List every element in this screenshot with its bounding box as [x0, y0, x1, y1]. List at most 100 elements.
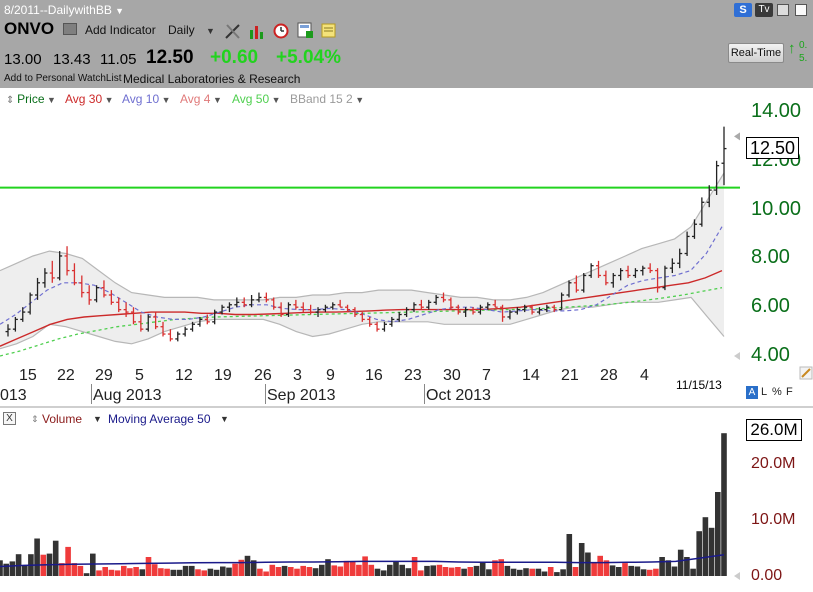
layout-dropdown[interactable]: 8/2011--DailywithBB ▼	[4, 3, 124, 17]
volume-bar	[461, 568, 467, 576]
volume-bar	[653, 568, 659, 576]
volume-chart[interactable]	[0, 412, 740, 580]
volume-bar	[585, 552, 591, 576]
volume-bar	[634, 566, 641, 576]
month-label: Oct 2013	[426, 387, 491, 404]
company-name: Medical Laboratories & Research	[123, 72, 301, 86]
volume-bar	[207, 568, 214, 576]
window-icon[interactable]	[795, 4, 807, 16]
alarm-clock-icon[interactable]	[272, 21, 290, 39]
date-tick-label: 19	[214, 367, 232, 384]
last-price-label: 12.50	[746, 136, 799, 159]
chart-window: 8/2011--DailywithBB ▼ S Tv ONVO Add Indi…	[0, 0, 813, 592]
date-axis: 15 22 29 5 12 19 26 3 9 16 23 30 7 14 21 28 4 013 Aug 2013…	[0, 364, 740, 408]
volume-bar	[554, 572, 560, 576]
panel-divider[interactable]	[0, 406, 813, 408]
volume-bar	[114, 570, 121, 576]
volume-bar	[77, 565, 84, 576]
volume-bar	[312, 568, 319, 576]
volume-bar	[349, 562, 356, 576]
log-scale-button[interactable]: L	[761, 386, 767, 398]
volume-bar	[560, 569, 566, 576]
volume-bar	[182, 565, 189, 576]
volume-bar	[102, 567, 108, 576]
volume-bar	[368, 564, 375, 576]
volume-bar	[671, 566, 678, 576]
volume-bar	[108, 569, 115, 576]
volume-bar	[127, 568, 133, 576]
period-label: Daily	[168, 23, 195, 37]
price-chart[interactable]	[0, 96, 740, 364]
volume-bar	[665, 560, 672, 576]
volume-bar	[436, 564, 443, 576]
realtime-button[interactable]: Real-Time	[728, 43, 784, 63]
notes-icon[interactable]	[320, 21, 338, 39]
volume-bar	[405, 568, 412, 576]
volume-bar	[572, 567, 579, 576]
volume-bar	[139, 569, 146, 576]
volume-bar	[164, 568, 170, 576]
volume-bar	[677, 549, 684, 576]
volume-bar	[430, 565, 436, 576]
date-tick-label: 30	[443, 367, 461, 384]
up-arrow-icon: ↑	[788, 40, 796, 57]
volume-bar	[455, 567, 461, 576]
volume-bar	[189, 565, 195, 576]
volume-bar	[399, 564, 405, 576]
change-value: +0.60	[210, 47, 259, 68]
volume-bar	[244, 555, 251, 576]
volume-bar	[411, 557, 418, 576]
percent-scale-button[interactable]: %	[772, 386, 782, 398]
price-bar	[182, 326, 188, 337]
volume-bar	[387, 564, 393, 576]
volume-bar	[232, 563, 238, 576]
calculator-icon[interactable]	[296, 21, 314, 39]
volume-ma-line	[0, 553, 725, 568]
low-value: 11.05	[100, 51, 137, 68]
price-bar	[374, 321, 380, 332]
add-to-watchlist-link[interactable]: Add to Personal WatchList	[4, 73, 121, 84]
volume-bar	[269, 564, 276, 576]
price-tick-label: 6.00	[751, 295, 790, 318]
volume-bar	[529, 568, 535, 576]
fit-scale-button[interactable]: F	[786, 386, 793, 398]
date-tick-label: 29	[95, 367, 113, 384]
volume-bar	[170, 569, 177, 576]
date-tick-label: 15	[19, 367, 37, 384]
volume-bar	[34, 538, 40, 576]
volume-bar	[0, 560, 3, 576]
right-partial-2: 5.	[799, 53, 808, 64]
volume-bar	[52, 540, 59, 576]
volume-bar	[263, 571, 269, 576]
period-dropdown[interactable]: Daily ▼	[168, 23, 215, 37]
tv-icon[interactable]: Tv	[755, 3, 773, 17]
volume-bar	[418, 570, 424, 576]
stockcharts-s-icon[interactable]: S	[734, 3, 752, 17]
restore-icon[interactable]	[777, 4, 789, 16]
volume-bar	[715, 492, 721, 576]
volume-bar	[517, 569, 523, 576]
volume-bar	[467, 567, 474, 576]
volume-bar	[393, 562, 399, 576]
auto-scale-button[interactable]: A	[746, 386, 758, 399]
volume-bar	[659, 557, 665, 576]
volume-bar	[90, 553, 96, 576]
date-tick-label: 4	[640, 367, 649, 384]
volume-bar	[151, 564, 158, 576]
print-icon[interactable]	[63, 23, 77, 35]
volume-bar	[220, 566, 226, 576]
bar-chart-icon[interactable]	[248, 22, 266, 40]
symbol-label[interactable]: ONVO	[4, 19, 54, 39]
tools-icon[interactable]	[224, 22, 242, 40]
volume-bar	[96, 570, 102, 576]
volume-bar	[319, 564, 325, 576]
add-indicator-button[interactable]: Add Indicator	[85, 23, 156, 37]
volume-bar	[306, 567, 313, 576]
date-tick-label: 3	[293, 367, 302, 384]
volume-bar	[343, 560, 350, 576]
volume-bar	[356, 564, 362, 576]
pencil-icon[interactable]	[799, 366, 813, 380]
volume-tick-label: 20.0M	[751, 455, 796, 472]
date-tick-label: 22	[57, 367, 75, 384]
price-tick-label: 4.00	[751, 344, 790, 366]
